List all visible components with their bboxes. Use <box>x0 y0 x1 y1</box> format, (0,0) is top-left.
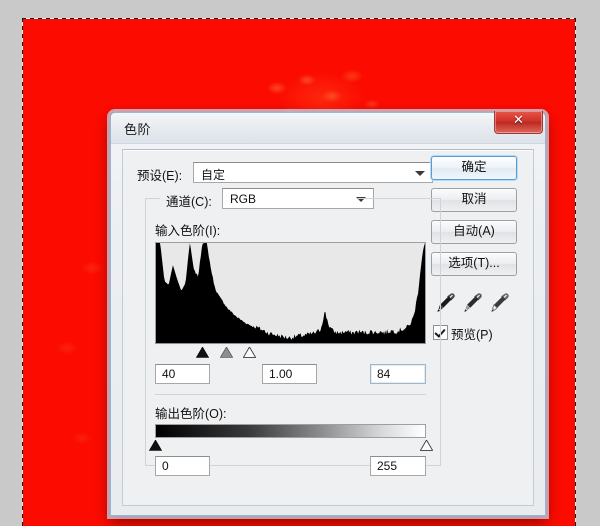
preset-value: 自定 <box>201 168 226 182</box>
ok-button[interactable]: 确定 <box>431 156 517 180</box>
dialog-inner-panel: 预设(E): 自定 确定 取消 自动(A) 选项(T)... 预览(P) 通道(… <box>122 149 534 506</box>
output-white-field[interactable]: 255 <box>370 456 426 476</box>
levels-group-box: 通道(C): RGB 输入色阶(I): 40 1.00 84 输出色阶(O): … <box>145 188 441 476</box>
input-white-field[interactable]: 84 <box>370 364 426 384</box>
dialog-title: 色阶 <box>124 122 152 137</box>
chevron-down-icon <box>356 197 366 202</box>
input-levels-label: 输入色阶(I): <box>155 224 221 238</box>
dialog-body: 预设(E): 自定 确定 取消 自动(A) 选项(T)... 预览(P) 通道(… <box>111 143 545 515</box>
close-button[interactable]: ✕ <box>494 111 543 134</box>
channel-dropdown[interactable]: RGB <box>222 188 374 209</box>
input-black-slider[interactable] <box>195 345 210 358</box>
input-white-slider[interactable] <box>242 345 257 358</box>
input-black-field[interactable]: 40 <box>155 364 210 384</box>
eyedropper-white-icon[interactable] <box>489 290 511 314</box>
output-sliders <box>148 438 433 451</box>
preset-label: 预设(E): <box>137 169 183 183</box>
selection-marquee-top <box>22 18 576 19</box>
cancel-button[interactable]: 取消 <box>431 188 517 212</box>
levels-dialog[interactable]: 色阶 ✕ 预设(E): 自定 确定 取消 自动(A) 选项(T)... 预览(P… <box>110 111 546 516</box>
options-button[interactable]: 选项(T)... <box>431 252 517 276</box>
output-white-slider[interactable] <box>419 438 433 451</box>
preview-label[interactable]: 预览(P) <box>451 324 493 343</box>
group-divider <box>155 394 426 395</box>
eyedropper-gray-icon[interactable] <box>462 290 484 314</box>
output-black-slider[interactable] <box>148 438 162 451</box>
preset-dropdown[interactable]: 自定 <box>193 162 433 183</box>
channel-value: RGB <box>230 192 257 206</box>
channel-label: 通道(C): <box>166 195 212 209</box>
input-sliders <box>155 345 426 358</box>
input-gamma-field[interactable]: 1.00 <box>262 364 317 384</box>
output-levels-label: 输出色阶(O): <box>155 407 227 421</box>
histogram[interactable] <box>155 242 426 343</box>
dialog-button-column: 确定 取消 自动(A) 选项(T)... 预览(P) <box>431 156 525 342</box>
preview-row: 预览(P) <box>433 324 525 342</box>
dialog-titlebar[interactable]: 色阶 ✕ <box>111 111 545 144</box>
input-gamma-slider[interactable] <box>220 345 234 358</box>
close-icon: ✕ <box>513 113 524 128</box>
chevron-down-icon <box>415 171 425 176</box>
eyedropper-group <box>435 290 525 316</box>
selection-marquee-left <box>22 18 23 526</box>
auto-button[interactable]: 自动(A) <box>431 220 517 244</box>
photoshop-screen: 色阶 ✕ 预设(E): 自定 确定 取消 自动(A) 选项(T)... 预览(P… <box>0 0 600 526</box>
output-gradient-bar[interactable] <box>155 424 426 438</box>
output-black-field[interactable]: 0 <box>155 456 210 476</box>
selection-marquee-right <box>575 18 576 526</box>
